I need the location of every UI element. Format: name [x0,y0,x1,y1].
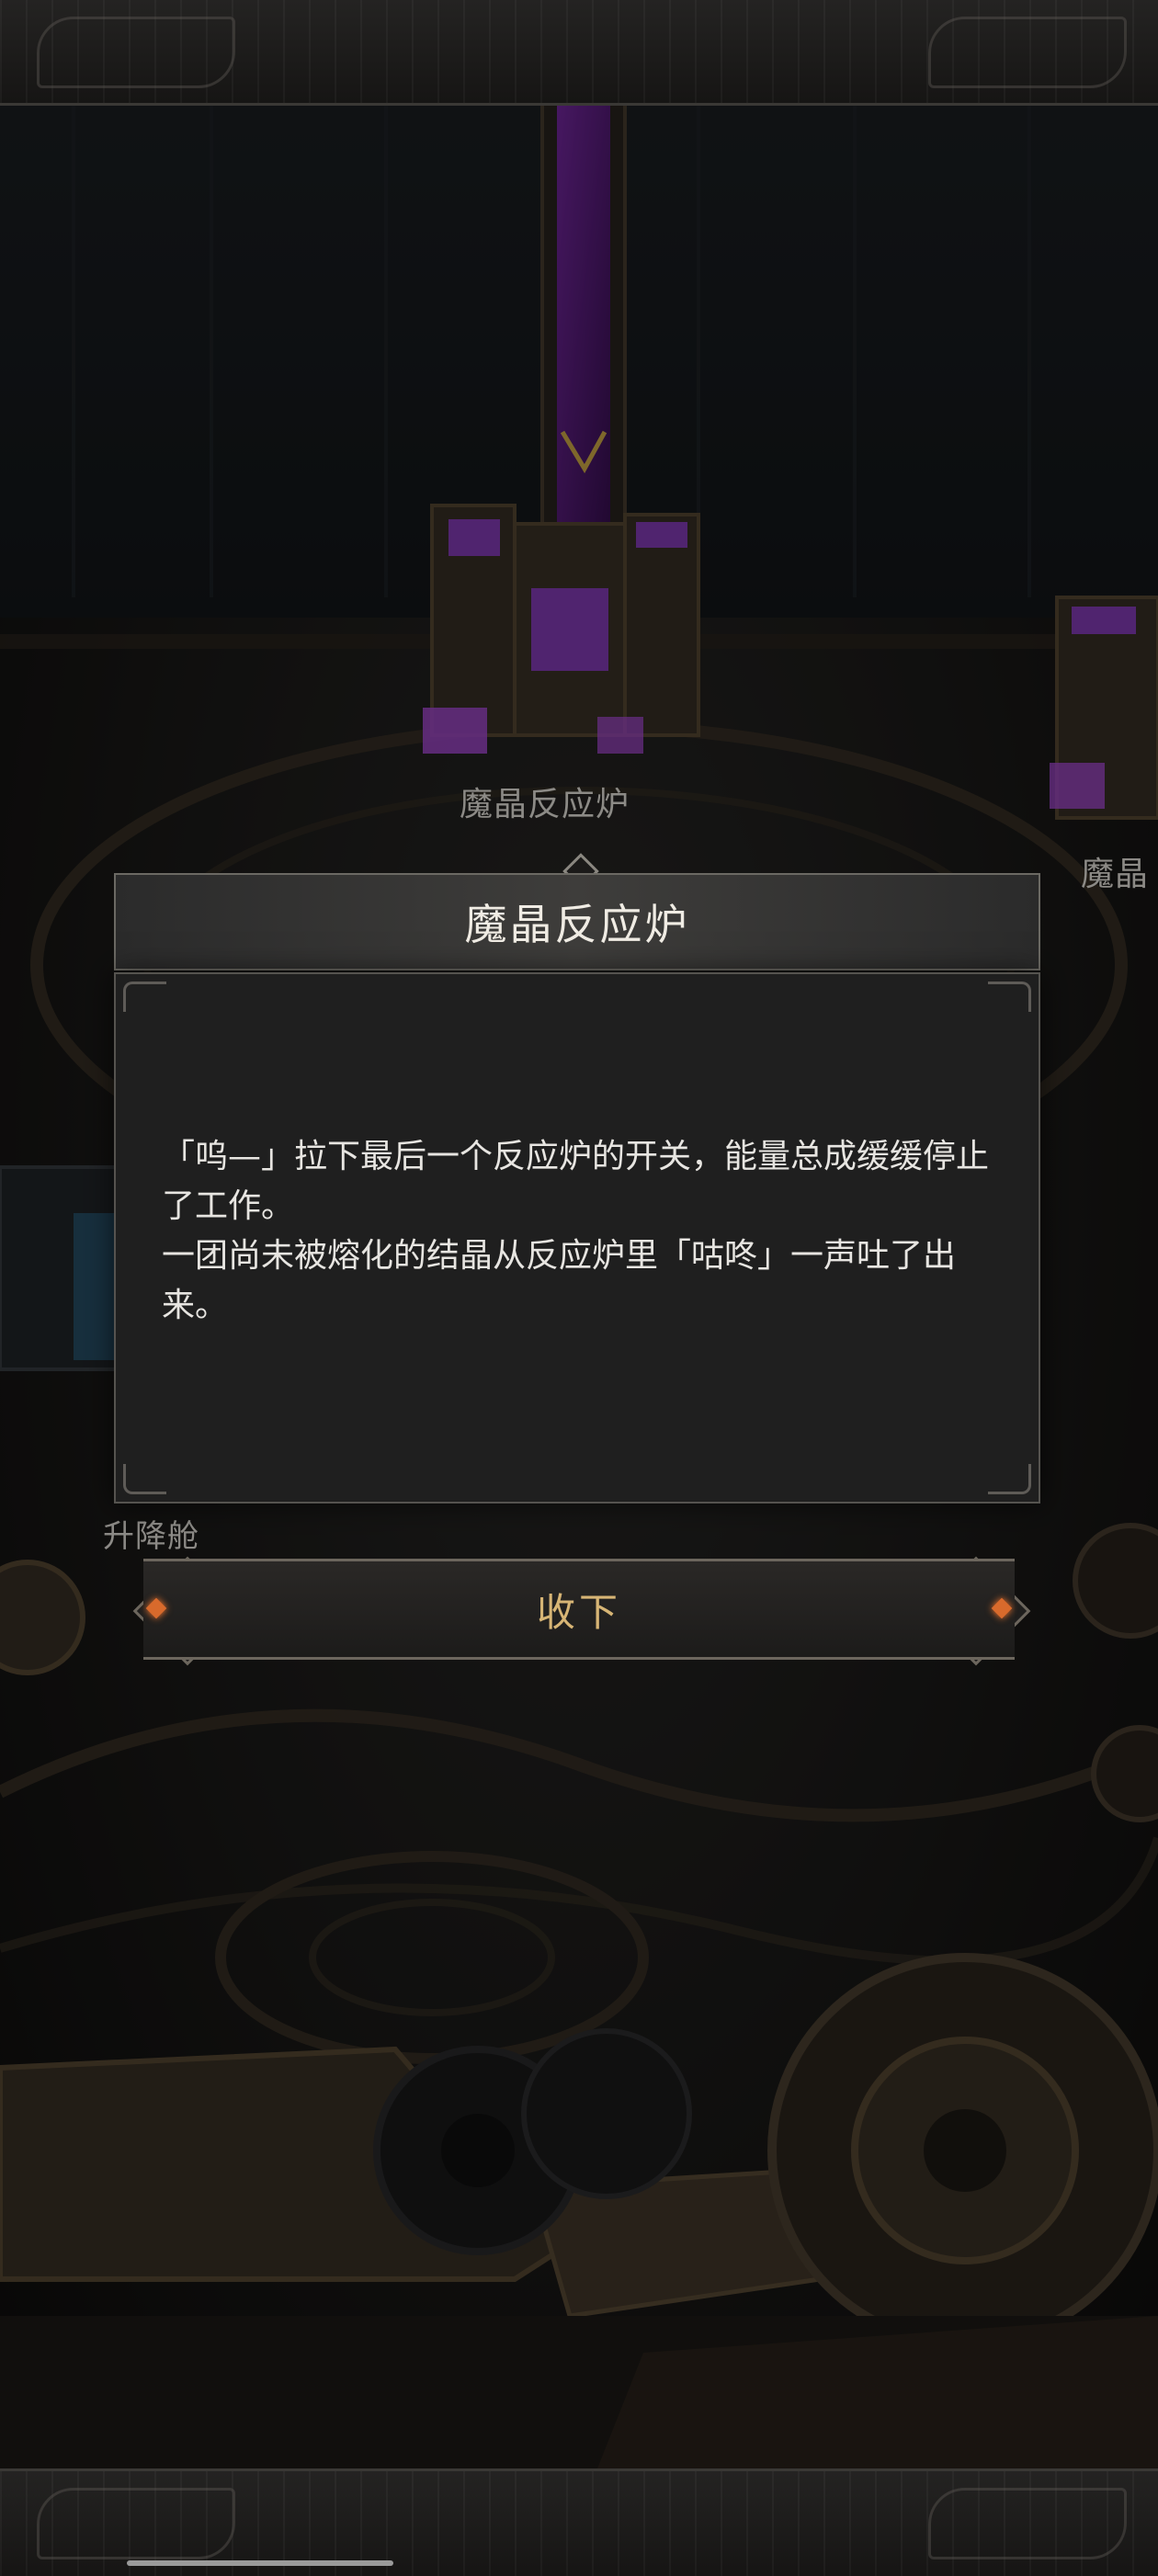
corner-ornament-icon [988,1464,1031,1494]
dialog-line: 「呜—」拉下最后一个反应炉的开关，能量总成缓缓停止了工作。 [162,1138,990,1225]
home-indicator[interactable] [127,2560,393,2566]
frame-ornament [928,17,1127,88]
frame-ornament [37,17,235,88]
corner-ornament-icon [123,982,166,1012]
frame-ornament [37,2488,235,2559]
map-label-reactor: 魔晶反应炉 [460,786,630,823]
dialog-message: 「呜—」拉下最后一个反应炉的开关，能量总成缓缓停止了工作。 一团尚未被熔化的结晶… [162,1132,1007,1331]
corner-ornament-icon [123,1464,166,1494]
frame-ornament [928,2488,1127,2559]
map-label-reactor-2: 魔晶 [1081,856,1150,893]
dialog-title: 魔晶反应炉 [464,900,690,949]
map-label-elevator: 升降舱 [103,1518,199,1555]
dialog-header: 魔晶反应炉 [114,873,1040,970]
accept-button-label: 收下 [536,1589,621,1635]
top-frame [0,0,1158,106]
corner-ornament-icon [988,982,1031,1012]
dialog-body: 「呜—」拉下最后一个反应炉的开关，能量总成缓缓停止了工作。 一团尚未被熔化的结晶… [114,972,1040,1504]
dialog-line: 一团尚未被熔化的结晶从反应炉里「咕咚」一声吐了出来。 [162,1237,957,1324]
accept-button[interactable]: 收下 [143,1559,1015,1660]
